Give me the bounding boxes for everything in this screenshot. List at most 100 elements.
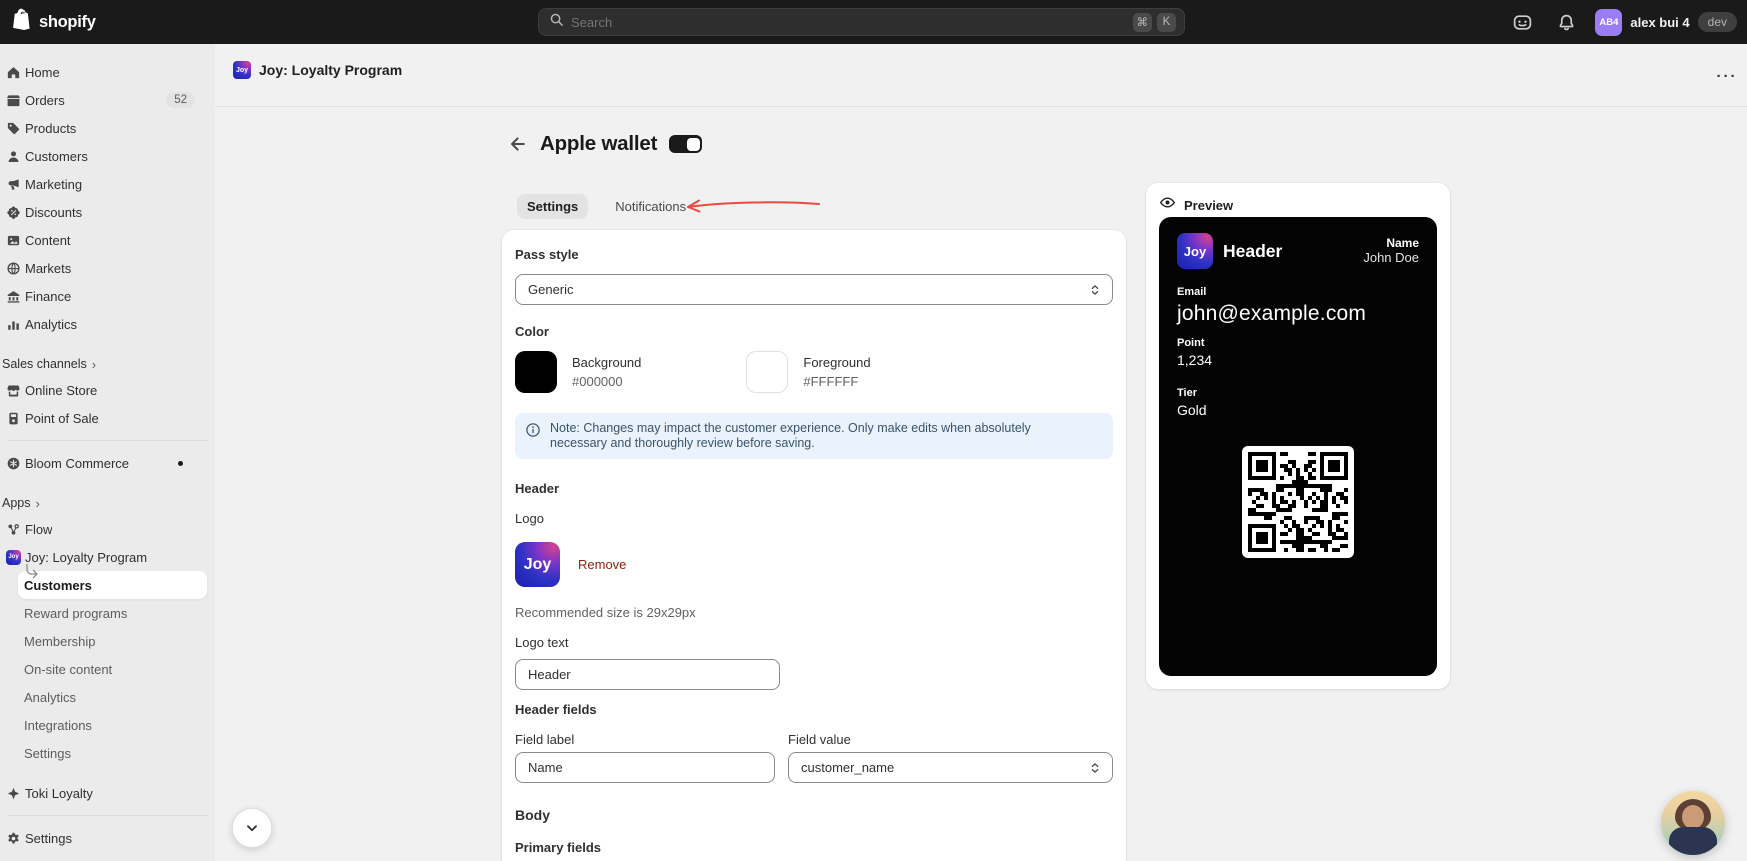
sidebar-item-finance[interactable]: Finance — [0, 282, 215, 310]
logo-text-input[interactable] — [528, 667, 769, 682]
flow-icon — [6, 522, 21, 537]
sidebar-item-home[interactable]: Home — [0, 58, 215, 86]
notifications-bell-button[interactable] — [1551, 7, 1581, 37]
sidebar-item-analytics[interactable]: Analytics — [0, 683, 215, 711]
global-search[interactable]: ⌘ K — [538, 8, 1185, 36]
preview-card: Preview Joy Header Name John Doe Email j… — [1146, 183, 1450, 689]
sidebar-item-label: Customers — [24, 578, 92, 593]
sidebar-item-customers[interactable]: Customers — [18, 571, 207, 599]
logo-text-field-wrap — [515, 659, 780, 690]
markets-icon — [6, 261, 21, 276]
sidebar-item-flow[interactable]: Flow — [0, 515, 215, 543]
marketing-icon — [6, 177, 21, 192]
sidebar-item-label: Discounts — [25, 205, 82, 220]
annotation-red-arrow — [684, 196, 822, 218]
cmd-key-badge: ⌘ — [1133, 13, 1153, 32]
back-button[interactable] — [506, 133, 528, 155]
sidebar-item-content[interactable]: Content — [0, 226, 215, 254]
sidebar-divider — [8, 440, 207, 441]
home-icon — [6, 65, 21, 80]
header-field-value-select[interactable]: customer_name — [788, 752, 1113, 783]
sidebar-item-label: Membership — [24, 634, 96, 649]
sidebar-item-markets[interactable]: Markets — [0, 254, 215, 282]
sidebar-item-membership[interactable]: Membership — [0, 627, 215, 655]
sidebar-item-point-of-sale[interactable]: Point of Sale — [0, 404, 215, 432]
pos-icon — [6, 411, 21, 426]
sidebar-item-label: Content — [25, 233, 71, 248]
foreground-label: Foreground — [803, 355, 870, 370]
sidebar-item-label: Analytics — [25, 317, 77, 332]
toggle-knob — [687, 138, 700, 151]
background-color-swatch[interactable] — [515, 351, 557, 393]
analytics-icon — [6, 317, 21, 332]
sidebar-item-discounts[interactable]: Discounts — [0, 198, 215, 226]
discounts-icon — [6, 205, 21, 220]
sidekick-button[interactable] — [1507, 7, 1537, 37]
header-field-value: customer_name — [801, 760, 894, 775]
sidebar-section-sales-channels[interactable]: Sales channels› — [0, 352, 215, 376]
sidebar-item-settings[interactable]: Settings — [0, 824, 215, 852]
foreground-color-swatch[interactable] — [746, 351, 788, 393]
topbar: shopify ⌘ K AB4 alex bui 4 dev — [0, 0, 1747, 44]
shopify-logo[interactable]: shopify — [12, 8, 96, 37]
sidebar-item-label: Online Store — [25, 383, 97, 398]
pass-email-label: Email — [1177, 286, 1419, 298]
toki-icon — [6, 786, 21, 801]
sidebar-item-analytics[interactable]: Analytics — [0, 310, 215, 338]
products-icon — [6, 121, 21, 136]
info-icon — [525, 421, 541, 451]
pass-tier-value: Gold — [1177, 402, 1419, 418]
search-input[interactable] — [571, 15, 1128, 30]
finance-icon — [6, 289, 21, 304]
sidebar-item-label: Products — [25, 121, 76, 136]
pass-email-value: john@example.com — [1177, 301, 1419, 326]
tab-notifications[interactable]: Notifications — [605, 194, 696, 219]
body-section-label: Body — [515, 807, 1113, 823]
scroll-down-button[interactable] — [232, 808, 272, 848]
sidebar-item-label: Flow — [25, 522, 52, 537]
logo-label: Logo — [515, 511, 1113, 526]
updown-chevrons-icon — [1088, 283, 1102, 297]
sidebar-item-orders[interactable]: Orders52 — [0, 86, 215, 114]
header-field-label-wrap — [515, 752, 775, 783]
sidebar-item-label: On-site content — [24, 662, 112, 677]
settings-card: Pass style Generic Color Background #000… — [502, 230, 1126, 861]
sidebar-item-customers[interactable]: Customers — [0, 142, 215, 170]
sidebar-section-apps[interactable]: Apps› — [0, 491, 215, 515]
header-field-label-input[interactable] — [528, 760, 764, 775]
tab-bar: Settings Notifications — [517, 193, 696, 219]
pass-style-select[interactable]: Generic — [515, 274, 1113, 305]
sidebar-nav: HomeOrders52ProductsCustomersMarketingDi… — [0, 44, 215, 861]
sidebar-item-label: Settings — [25, 831, 72, 846]
sidebar-item-bloom-commerce[interactable]: Bloom Commerce — [0, 449, 215, 477]
sidebar-item-toki-loyalty[interactable]: Toki Loyalty — [0, 779, 215, 807]
sidebar-item-integrations[interactable]: Integrations — [0, 711, 215, 739]
shopify-wordmark: shopify — [39, 13, 96, 32]
sidebar-item-products[interactable]: Products — [0, 114, 215, 142]
orders-icon — [6, 93, 21, 108]
sidebar-item-reward-programs[interactable]: Reward programs — [0, 599, 215, 627]
content-icon — [6, 233, 21, 248]
app-title: Joy: Loyalty Program — [259, 62, 402, 78]
sidebar-item-label: Integrations — [24, 718, 92, 733]
more-actions-button[interactable]: ··· — [1710, 64, 1744, 88]
field-value-label: Field value — [788, 732, 1113, 747]
sidebar-item-online-store[interactable]: Online Store — [0, 376, 215, 404]
back-arrow-icon — [507, 134, 527, 154]
color-label: Color — [515, 324, 1113, 339]
shopify-bag-icon — [12, 8, 34, 37]
sidebar-item-settings[interactable]: Settings — [0, 739, 215, 767]
remove-logo-link[interactable]: Remove — [578, 557, 626, 572]
sidebar-item-on-site-content[interactable]: On-site content — [0, 655, 215, 683]
pass-style-value: Generic — [528, 282, 574, 297]
apple-wallet-toggle[interactable] — [669, 135, 702, 153]
tab-settings[interactable]: Settings — [517, 194, 588, 219]
foreground-hex: #FFFFFF — [803, 374, 870, 389]
user-name: alex bui 4 — [1630, 15, 1689, 30]
pass-logo: Joy — [1177, 233, 1213, 269]
sidebar-item-joy-loyalty-program[interactable]: JoyJoy: Loyalty Program — [0, 543, 215, 571]
support-chat-widget[interactable] — [1661, 791, 1725, 855]
sidebar-item-marketing[interactable]: Marketing — [0, 170, 215, 198]
account-menu[interactable]: AB4 alex bui 4 dev — [1595, 9, 1737, 36]
ellipsis-icon: ··· — [1717, 68, 1738, 85]
